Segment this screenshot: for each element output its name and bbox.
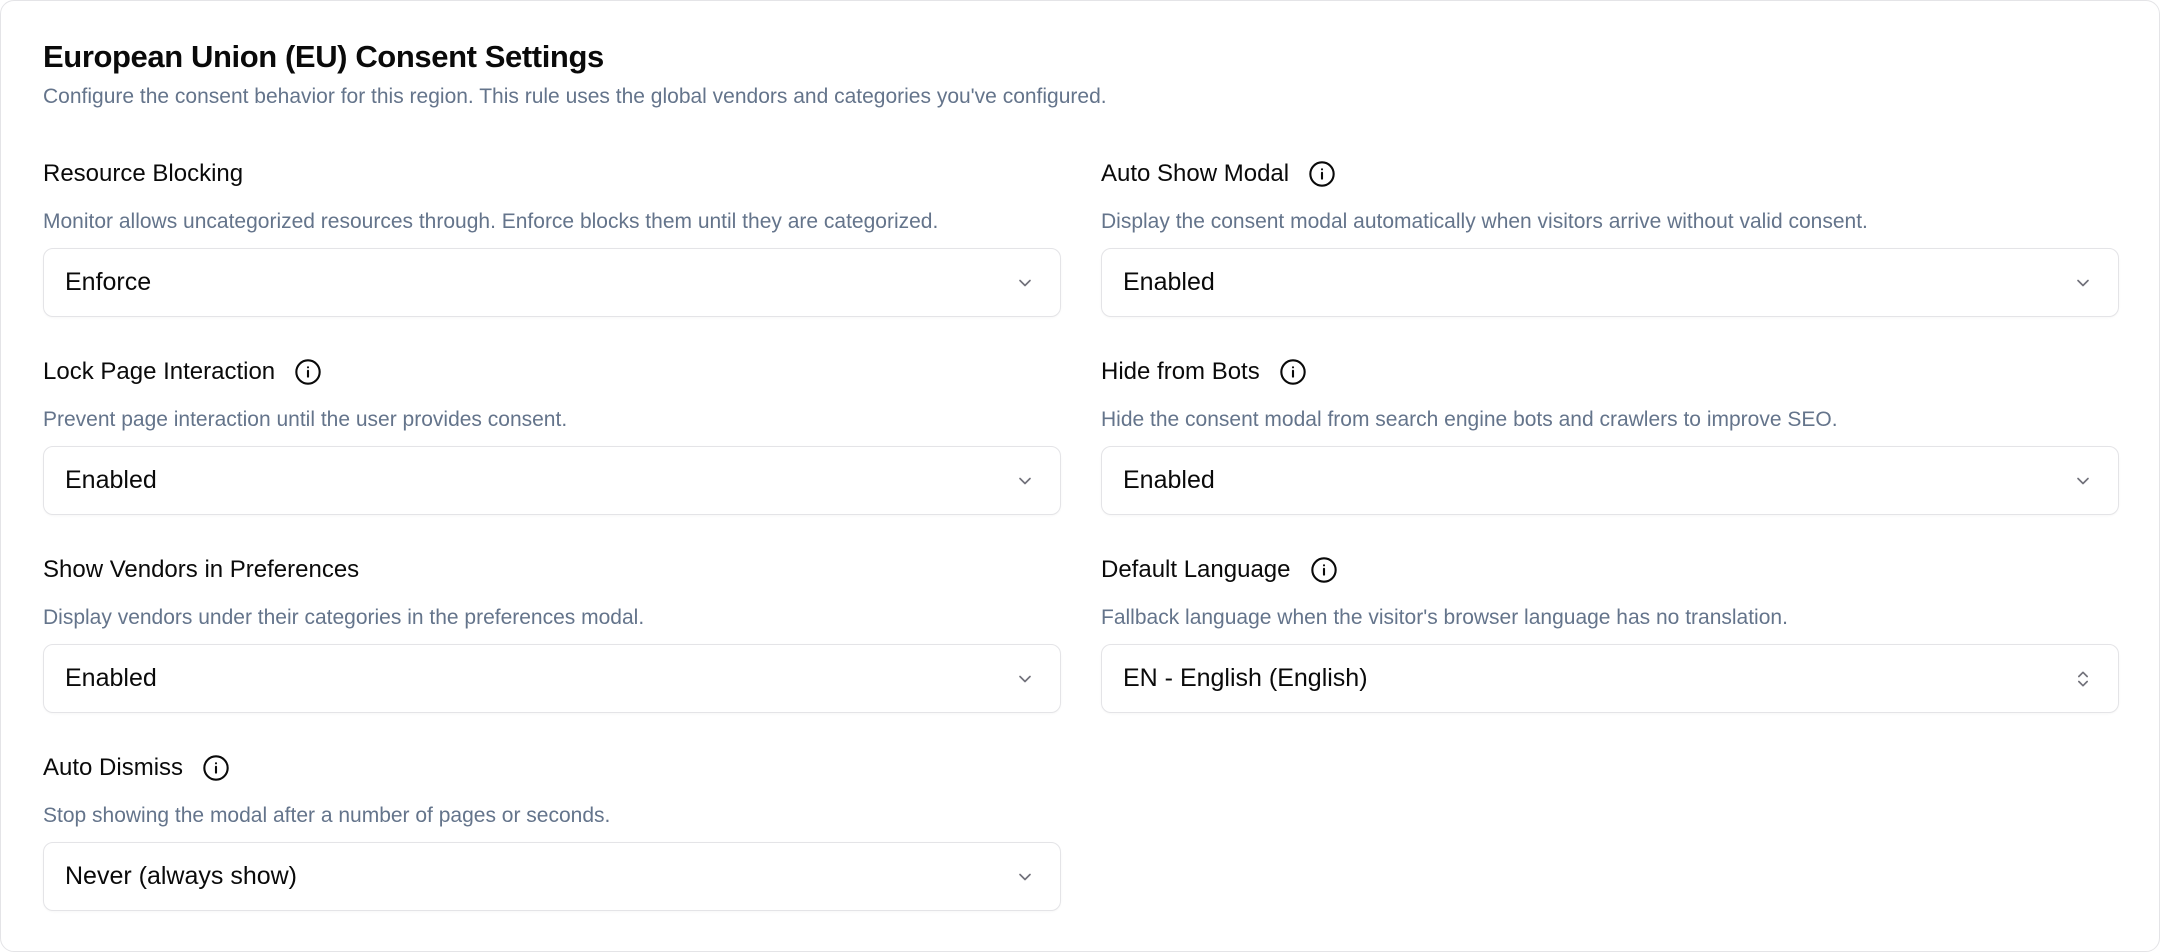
chevron-down-icon [1012, 864, 1038, 890]
chevron-down-icon [1012, 270, 1038, 296]
default-language-value: EN - English (English) [1123, 664, 1368, 692]
chevron-down-icon [1012, 666, 1038, 692]
auto-dismiss-select[interactable]: Never (always show) [43, 842, 1061, 911]
show-vendors-select[interactable]: Enabled [43, 644, 1061, 713]
auto-show-modal-field: Auto Show Modal Display the consent moda… [1101, 156, 2119, 317]
hide-from-bots-description: Hide the consent modal from search engin… [1101, 408, 1838, 431]
auto-show-modal-label-row: Auto Show Modal [1101, 156, 2119, 192]
info-icon[interactable] [1307, 159, 1337, 189]
info-icon[interactable] [201, 753, 231, 783]
page-title: European Union (EU) Consent Settings [43, 39, 604, 74]
auto-dismiss-label: Auto Dismiss [43, 754, 184, 781]
auto-dismiss-description: Stop showing the modal after a number of… [43, 804, 611, 827]
show-vendors-value: Enabled [65, 664, 157, 692]
auto-show-modal-label: Auto Show Modal [1101, 160, 1290, 187]
resource-blocking-value: Enforce [65, 268, 152, 296]
default-language-field: Default Language Fallback language when … [1101, 552, 2119, 713]
show-vendors-label: Show Vendors in Preferences [43, 556, 360, 583]
hide-from-bots-select[interactable]: Enabled [1101, 446, 2119, 515]
hide-from-bots-field: Hide from Bots Hide the consent modal fr… [1101, 354, 2119, 515]
auto-dismiss-value: Never (always show) [65, 862, 298, 890]
hide-from-bots-label: Hide from Bots [1101, 358, 1260, 385]
resource-blocking-label-row: Resource Blocking [43, 156, 1061, 192]
lock-page-interaction-description: Prevent page interaction until the user … [43, 408, 568, 431]
info-icon[interactable] [293, 357, 323, 387]
auto-show-modal-select[interactable]: Enabled [1101, 248, 2119, 317]
lock-page-interaction-field: Lock Page Interaction Prevent page inter… [43, 354, 1061, 515]
auto-show-modal-value: Enabled [1123, 268, 1215, 296]
info-icon[interactable] [1278, 357, 1308, 387]
info-icon[interactable] [1309, 555, 1339, 585]
default-language-description: Fallback language when the visitor's bro… [1101, 606, 1788, 629]
resource-blocking-field: Resource Blocking Monitor allows uncateg… [43, 156, 1061, 317]
chevrons-up-down-icon [2070, 666, 2096, 692]
lock-page-interaction-select[interactable]: Enabled [43, 446, 1061, 515]
lock-page-interaction-label-row: Lock Page Interaction [43, 354, 1061, 390]
resource-blocking-description: Monitor allows uncategorized resources t… [43, 210, 939, 233]
resource-blocking-label: Resource Blocking [43, 160, 244, 187]
default-language-select[interactable]: EN - English (English) [1101, 644, 2119, 713]
default-language-label-row: Default Language [1101, 552, 2119, 588]
chevron-down-icon [2070, 270, 2096, 296]
show-vendors-label-row: Show Vendors in Preferences [43, 552, 1061, 588]
auto-dismiss-label-row: Auto Dismiss [43, 750, 1061, 786]
lock-page-interaction-label: Lock Page Interaction [43, 358, 276, 385]
default-language-label: Default Language [1101, 556, 1291, 583]
consent-settings-card: European Union (EU) Consent Settings Con… [0, 0, 2160, 952]
auto-dismiss-field: Auto Dismiss Stop showing the modal afte… [43, 750, 1061, 911]
settings-header: European Union (EU) Consent Settings Con… [43, 37, 1107, 111]
chevron-down-icon [1012, 468, 1038, 494]
lock-page-interaction-value: Enabled [65, 466, 157, 494]
hide-from-bots-value: Enabled [1123, 466, 1215, 494]
show-vendors-description: Display vendors under their categories i… [43, 606, 645, 629]
auto-show-modal-description: Display the consent modal automatically … [1101, 210, 1868, 233]
hide-from-bots-label-row: Hide from Bots [1101, 354, 2119, 390]
page-subtitle: Configure the consent behavior for this … [43, 85, 1107, 108]
chevron-down-icon [2070, 468, 2096, 494]
resource-blocking-select[interactable]: Enforce [43, 248, 1061, 317]
show-vendors-field: Show Vendors in Preferences Display vend… [43, 552, 1061, 713]
